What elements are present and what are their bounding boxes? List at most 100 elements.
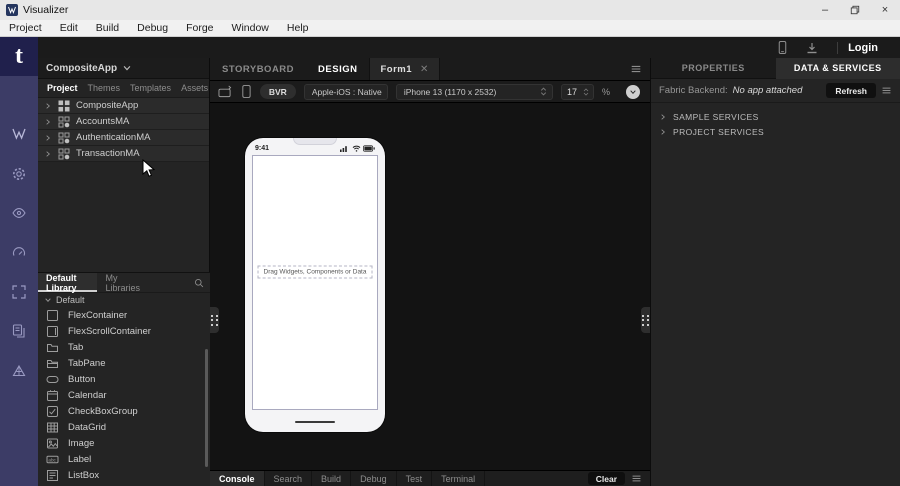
tab-data-services[interactable]: DATA & SERVICES <box>776 58 900 79</box>
document-icon[interactable] <box>11 323 27 339</box>
gauge-icon[interactable] <box>11 244 27 260</box>
flexscrollcontainer-icon <box>46 325 59 338</box>
visualizer-logo-icon[interactable] <box>11 126 27 142</box>
tree-item-project-services[interactable]: PROJECT SERVICES <box>651 124 900 139</box>
restore-button[interactable] <box>840 0 870 20</box>
close-button[interactable]: × <box>870 0 900 20</box>
menu-help[interactable]: Help <box>278 20 318 36</box>
widget-label: Button <box>68 374 95 385</box>
status-time: 9:41 <box>255 145 269 152</box>
library-search-input[interactable] <box>148 277 194 289</box>
right-panel-drag-handle[interactable] <box>641 307 650 333</box>
tab-console[interactable]: Console <box>210 471 265 486</box>
stepper-icon[interactable] <box>582 87 590 97</box>
widget-calendar[interactable]: Calendar <box>38 387 210 403</box>
widget-tabpane[interactable]: TabPane <box>38 355 210 371</box>
widget-tab[interactable]: Tab <box>38 339 210 355</box>
menu-build[interactable]: Build <box>87 20 128 36</box>
tab-design[interactable]: DESIGN <box>306 58 369 80</box>
prism-icon[interactable] <box>11 363 27 379</box>
hamburger-icon[interactable] <box>881 85 892 96</box>
widget-datagrid[interactable]: DataGrid <box>38 419 210 435</box>
bvr-button[interactable]: BVR <box>260 84 296 99</box>
menu-project[interactable]: Project <box>0 20 51 36</box>
tree-item-compositeapp[interactable]: CompositeApp <box>38 98 209 114</box>
widget-button[interactable]: Button <box>38 371 210 387</box>
gear-icon[interactable] <box>11 166 27 182</box>
search-icon[interactable] <box>194 278 204 288</box>
tab-storyboard[interactable]: STORYBOARD <box>210 58 306 80</box>
tab-form1[interactable]: Form1 ✕ <box>369 58 439 80</box>
device-select[interactable]: iPhone 13 (1170 x 2532) <box>396 84 553 100</box>
device-preview-icon[interactable] <box>776 40 789 55</box>
home-indicator <box>295 421 335 424</box>
zoom-input[interactable] <box>565 87 579 97</box>
chevron-right-icon[interactable] <box>659 128 667 136</box>
minimize-button[interactable]: – <box>810 0 840 20</box>
canvas-placeholder-text: Drag Widgets, Components or Data <box>258 266 373 279</box>
tab-my-libraries[interactable]: My Libraries <box>97 273 148 292</box>
menu-forge[interactable]: Forge <box>177 20 222 36</box>
tab-templates[interactable]: Templates <box>125 83 176 93</box>
platform-select[interactable]: Apple-iOS : Native <box>304 84 388 100</box>
menu-window[interactable]: Window <box>223 20 278 36</box>
widget-image[interactable]: Image <box>38 435 210 451</box>
download-icon[interactable] <box>805 41 819 55</box>
chevron-right-icon[interactable] <box>44 134 52 142</box>
close-tab-icon[interactable]: ✕ <box>420 64 429 75</box>
collapse-toolbar-button[interactable] <box>626 85 640 99</box>
fabric-backend-row: Fabric Backend: No app attached Refresh <box>651 79 900 103</box>
rotate-device-icon[interactable] <box>218 85 233 98</box>
tab-test[interactable]: Test <box>397 471 433 486</box>
chevron-right-icon[interactable] <box>44 118 52 126</box>
tab-default-library[interactable]: Default Library <box>38 273 97 292</box>
widget-listbox[interactable]: ListBox <box>38 467 210 483</box>
tab-search[interactable]: Search <box>265 471 313 486</box>
chevron-right-icon[interactable] <box>44 150 52 158</box>
left-panel-drag-handle[interactable] <box>210 307 219 333</box>
zoom-stepper[interactable] <box>561 84 594 100</box>
tree-item-accountsma[interactable]: AccountsMA <box>38 114 209 130</box>
design-workspace: STORYBOARD DESIGN Form1 ✕ BVR Apple-iOS … <box>210 58 650 486</box>
tab-assets[interactable]: Assets <box>176 83 213 93</box>
library-group-label: Default <box>56 295 85 305</box>
temenos-logo[interactable]: t <box>0 37 38 76</box>
tab-project[interactable]: Project <box>42 83 83 93</box>
tab-debug[interactable]: Debug <box>351 471 397 486</box>
library-scrollbar[interactable] <box>205 349 208 467</box>
tree-item-transactionma[interactable]: TransactionMA <box>38 146 209 162</box>
hamburger-icon[interactable] <box>630 63 642 75</box>
widget-checkboxgroup[interactable]: CheckBoxGroup <box>38 403 210 419</box>
portrait-device-icon[interactable] <box>241 84 252 99</box>
visualizer-window: Visualizer – × Project Edit Build Debug … <box>0 0 900 486</box>
form-canvas-dropzone[interactable]: Drag Widgets, Components or Data <box>252 155 378 410</box>
wifi-icon <box>352 145 361 152</box>
app-selector[interactable]: CompositeApp <box>38 58 209 79</box>
tree-item-sample-services[interactable]: SAMPLE SERVICES <box>651 109 900 124</box>
layout-icon[interactable] <box>11 284 27 300</box>
menu-edit[interactable]: Edit <box>51 20 87 36</box>
design-canvas[interactable]: 9:41 Drag Widgets, Components or Data <box>210 103 650 470</box>
fabric-backend-value: No app attached <box>733 85 803 96</box>
menu-debug[interactable]: Debug <box>128 20 177 36</box>
widget-flexcontainer[interactable]: FlexContainer <box>38 307 210 323</box>
widget-label: ListBox <box>68 470 99 481</box>
tree-item-authenticationma[interactable]: AuthenticationMA <box>38 130 209 146</box>
clear-console-button[interactable]: Clear <box>588 472 625 485</box>
chevron-right-icon[interactable] <box>44 102 52 110</box>
eye-icon[interactable] <box>11 205 27 221</box>
refresh-button[interactable]: Refresh <box>826 83 876 98</box>
tab-build[interactable]: Build <box>312 471 351 486</box>
hamburger-icon[interactable] <box>631 473 642 484</box>
phone-status-bar: 9:41 <box>255 144 375 153</box>
widget-flexscrollcontainer[interactable]: FlexScrollContainer <box>38 323 210 339</box>
login-button[interactable]: Login <box>848 42 878 54</box>
datagrid-icon <box>46 421 59 434</box>
widget-label[interactable]: abc Label <box>38 451 210 467</box>
widget-library-panel: Default Library My Libraries Default Fle… <box>38 272 210 486</box>
library-group-default[interactable]: Default <box>38 293 210 307</box>
tab-properties[interactable]: PROPERTIES <box>651 58 776 79</box>
tab-themes[interactable]: Themes <box>83 83 126 93</box>
tab-terminal[interactable]: Terminal <box>432 471 485 486</box>
chevron-right-icon[interactable] <box>659 113 667 121</box>
